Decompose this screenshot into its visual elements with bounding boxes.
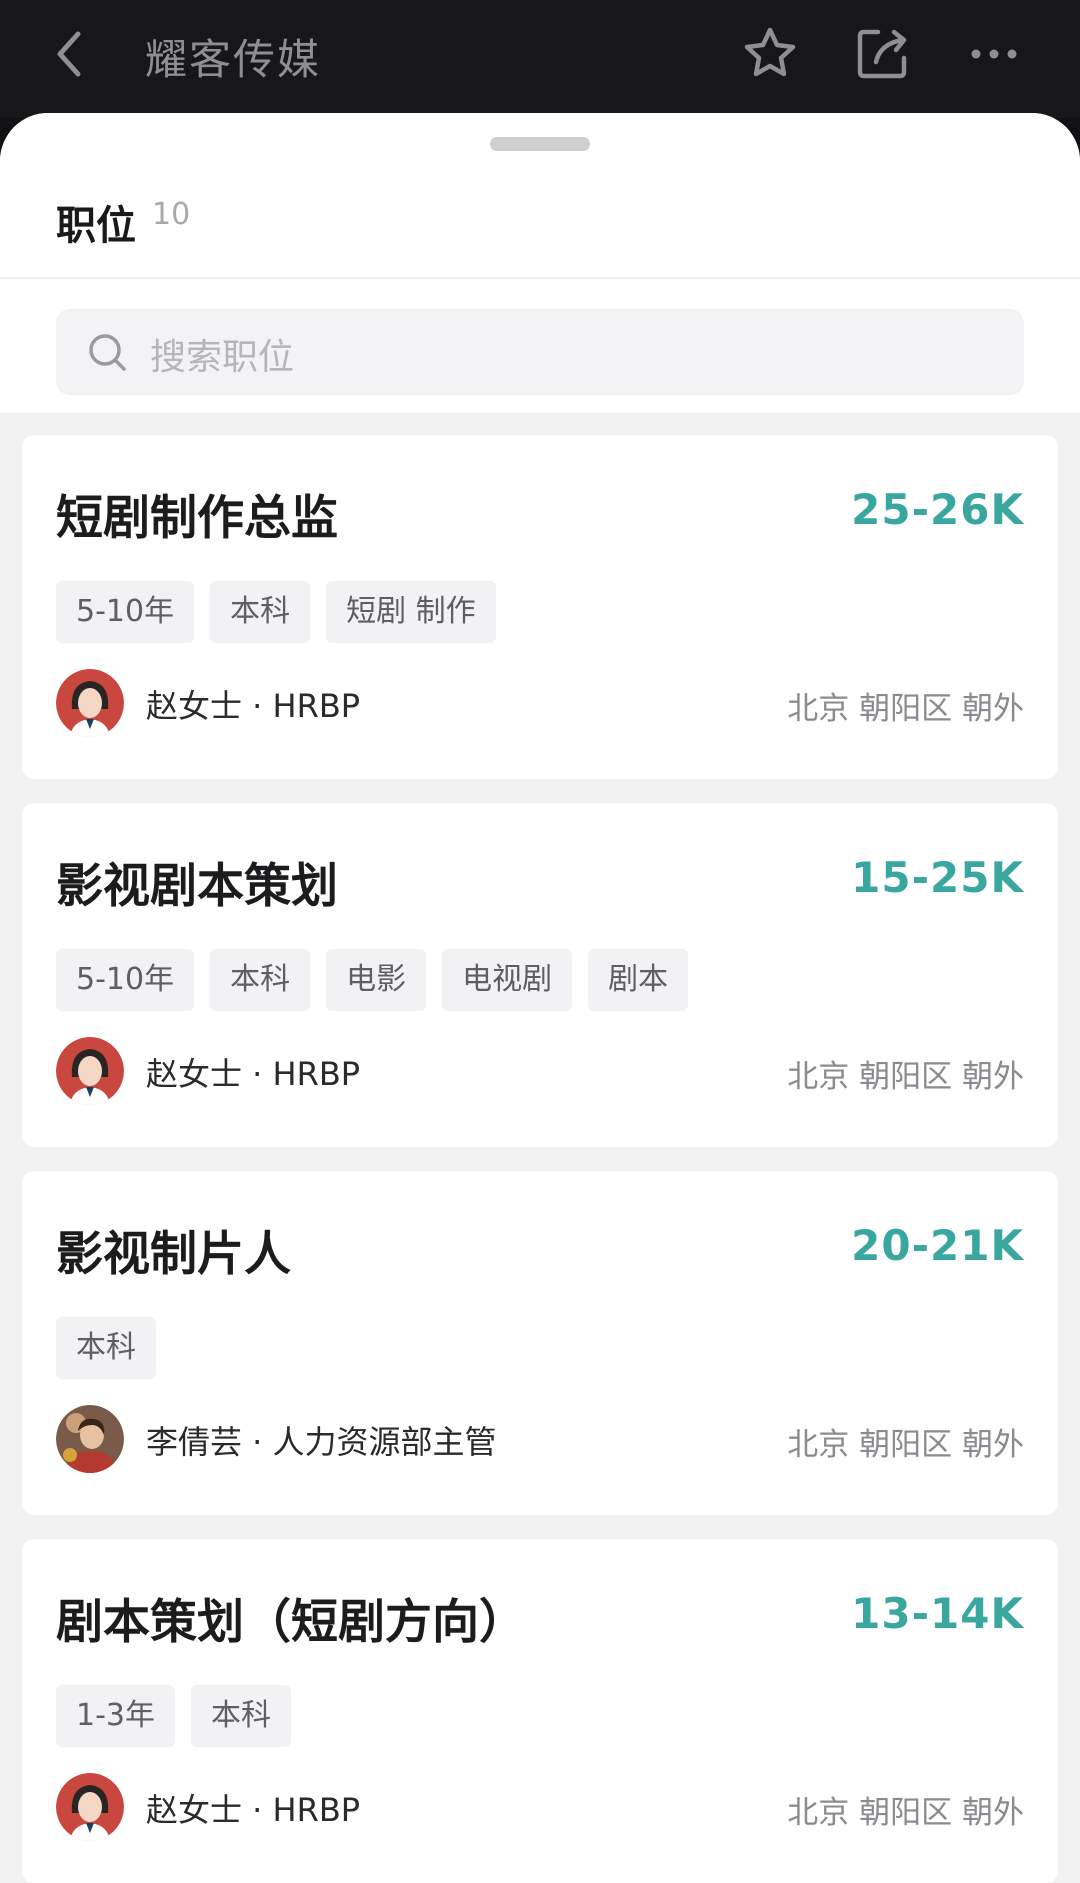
job-tags: 5-10年 本科 电影 电视剧 剧本 [56,949,689,1011]
sheet-grabber[interactable] [490,137,590,151]
tag-education: 本科 [191,1685,291,1747]
recruiter-avatar [56,1405,124,1473]
tag-experience: 1-3年 [56,1685,175,1747]
search-input[interactable]: 搜索职位 [56,309,1024,395]
company-title: 耀客传媒 [145,35,322,84]
tag-keyword: 剧本 [588,949,689,1011]
tag-keyword: 电视剧 [442,949,573,1011]
job-title: 剧本策划（短剧方向） [56,1595,526,1650]
positions-sheet: 职位 10 搜索职位 短剧制作总监 25-26K 5-10年 本科 短剧 制作 … [0,113,1080,1883]
job-location: 北京 朝阳区 朝外 [787,691,1024,727]
tag-education: 本科 [210,581,311,643]
star-icon[interactable] [738,22,802,86]
salary: 15-25K [851,853,1024,902]
tag-keyword: 电影 [326,949,427,1011]
job-tags: 1-3年 本科 [56,1685,291,1747]
divider [0,277,1080,279]
job-card[interactable]: 影视剧本策划 15-25K 5-10年 本科 电影 电视剧 剧本 赵女士 · H… [22,803,1058,1147]
recruiter-avatar [56,669,124,737]
tag-education: 本科 [56,1317,156,1379]
top-bar: 耀客传媒 [0,0,1080,118]
salary: 25-26K [851,485,1024,534]
position-count: 10 [152,197,191,232]
tag-keyword: 短剧 制作 [326,581,496,643]
job-tags: 本科 [56,1317,156,1379]
sheet-header: 职位 10 搜索职位 [0,113,1080,413]
search-icon [89,334,126,371]
share-icon[interactable] [850,22,914,86]
recruiter-avatar [56,1037,124,1105]
job-title: 影视制片人 [56,1227,291,1282]
recruiter-name: 赵女士 · HRBP [146,1791,361,1829]
tag-experience: 5-10年 [56,949,195,1011]
job-tags: 5-10年 本科 短剧 制作 [56,581,496,643]
salary: 20-21K [851,1221,1024,1270]
job-location: 北京 朝阳区 朝外 [787,1795,1024,1831]
job-card[interactable]: 剧本策划（短剧方向） 13-14K 1-3年 本科 赵女士 · HRBP 北京 … [22,1539,1058,1883]
job-card[interactable]: 影视制片人 20-21K 本科 李倩芸 · 人力资源部主管 北京 朝阳区 朝外 [22,1171,1058,1515]
recruiter-name: 赵女士 · HRBP [146,1055,361,1093]
tag-experience: 5-10年 [56,581,195,643]
job-title: 短剧制作总监 [56,491,338,546]
chevron-left-icon[interactable] [48,28,92,80]
job-location: 北京 朝阳区 朝外 [787,1427,1024,1463]
section-title: 职位 [56,203,136,249]
job-location: 北京 朝阳区 朝外 [787,1059,1024,1095]
more-horizontal-icon[interactable] [962,22,1026,86]
job-title: 影视剧本策划 [56,859,338,914]
recruiter-name: 李倩芸 · 人力资源部主管 [146,1423,497,1461]
recruiter-name: 赵女士 · HRBP [146,687,361,725]
recruiter-avatar [56,1773,124,1841]
job-card[interactable]: 短剧制作总监 25-26K 5-10年 本科 短剧 制作 赵女士 · HRBP … [22,435,1058,779]
search-placeholder: 搜索职位 [150,337,295,378]
salary: 13-14K [851,1589,1024,1638]
tag-education: 本科 [210,949,311,1011]
